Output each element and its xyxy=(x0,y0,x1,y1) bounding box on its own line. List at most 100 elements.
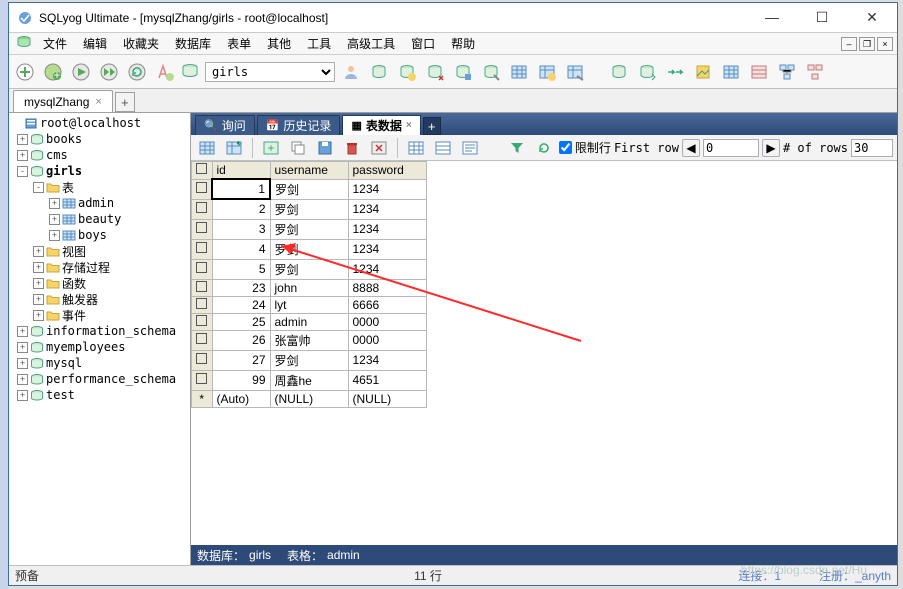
menu-advanced[interactable]: 高级工具 xyxy=(339,33,403,54)
cell-password[interactable]: (NULL) xyxy=(348,390,426,407)
delete-row-button[interactable] xyxy=(340,136,364,160)
save-row-button[interactable] xyxy=(313,136,337,160)
autocomplete-button[interactable] xyxy=(153,60,177,84)
column-header[interactable]: username xyxy=(270,162,348,180)
menu-favorites[interactable]: 收藏夹 xyxy=(115,33,167,54)
expand-icon[interactable]: + xyxy=(33,246,44,257)
tb-db1-button[interactable] xyxy=(367,60,391,84)
grid-view-button[interactable] xyxy=(195,136,219,160)
row-selector[interactable] xyxy=(192,239,213,259)
duplicate-row-button[interactable] xyxy=(286,136,310,160)
new-connection-button[interactable] xyxy=(13,60,37,84)
collapse-icon[interactable]: - xyxy=(33,182,44,193)
table-row[interactable]: 26张富帅0000 xyxy=(192,330,427,350)
row-selector[interactable] xyxy=(192,296,213,313)
cancel-changes-button[interactable] xyxy=(367,136,391,160)
tb-import-button[interactable] xyxy=(663,60,687,84)
table-row[interactable]: 27罗剑1234 xyxy=(192,350,427,370)
tab-history[interactable]: 📅历史记录 xyxy=(257,115,341,135)
tree-node[interactable]: -表 xyxy=(9,179,190,195)
cell-id[interactable]: 2 xyxy=(212,199,270,219)
cell-username[interactable]: admin xyxy=(270,313,348,330)
expand-icon[interactable]: + xyxy=(49,214,60,225)
cell-username[interactable]: (NULL) xyxy=(270,390,348,407)
cell-password[interactable]: 1234 xyxy=(348,199,426,219)
tb-db4-button[interactable] xyxy=(451,60,475,84)
row-selector[interactable] xyxy=(192,219,213,239)
row-selector[interactable] xyxy=(192,279,213,296)
table-row[interactable]: 5罗剑1234 xyxy=(192,259,427,279)
cell-password[interactable]: 8888 xyxy=(348,279,426,296)
expand-icon[interactable]: + xyxy=(33,294,44,305)
cell-password[interactable]: 1234 xyxy=(348,350,426,370)
tb-db2-button[interactable] xyxy=(395,60,419,84)
tb-query-builder-button[interactable] xyxy=(803,60,827,84)
refresh-grid-button[interactable] xyxy=(532,136,556,160)
close-tab-icon[interactable]: × xyxy=(406,120,412,131)
export-grid-button[interactable] xyxy=(222,136,246,160)
row-selector[interactable] xyxy=(192,370,213,390)
menu-file[interactable]: 文件 xyxy=(35,33,75,54)
mdi-restore-button[interactable]: ❐ xyxy=(859,37,875,51)
cell-id[interactable]: 27 xyxy=(212,350,270,370)
prev-page-button[interactable]: ◀ xyxy=(682,139,700,157)
cell-password[interactable]: 1234 xyxy=(348,179,426,199)
table-row[interactable]: 2罗剑1234 xyxy=(192,199,427,219)
tab-query[interactable]: 🔍询问 xyxy=(195,115,255,135)
table-row[interactable]: 99周鑫he4651 xyxy=(192,370,427,390)
row-selector[interactable] xyxy=(192,350,213,370)
mdi-minimize-button[interactable]: – xyxy=(841,37,857,51)
new-row[interactable]: *(Auto)(NULL)(NULL) xyxy=(192,390,427,407)
cell-id[interactable]: 24 xyxy=(212,296,270,313)
expand-icon[interactable]: + xyxy=(49,230,60,241)
tree-node[interactable]: +information_schema xyxy=(9,323,190,339)
cell-password[interactable]: 0000 xyxy=(348,330,426,350)
cell-id[interactable]: 5 xyxy=(212,259,270,279)
user-manager-button[interactable] xyxy=(339,60,363,84)
tb-grid2-button[interactable] xyxy=(747,60,771,84)
row-selector[interactable] xyxy=(192,259,213,279)
cell-username[interactable]: john xyxy=(270,279,348,296)
cell-password[interactable]: 1234 xyxy=(348,259,426,279)
table-row[interactable]: 3罗剑1234 xyxy=(192,219,427,239)
filter-button[interactable] xyxy=(505,136,529,160)
cell-username[interactable]: 罗剑 xyxy=(270,219,348,239)
mdi-close-button[interactable]: × xyxy=(877,37,893,51)
expand-icon[interactable]: + xyxy=(33,278,44,289)
menu-tools[interactable]: 工具 xyxy=(299,33,339,54)
select-all-header[interactable] xyxy=(192,162,213,180)
cell-username[interactable]: 罗剑 xyxy=(270,350,348,370)
limit-rows-checkbox[interactable] xyxy=(559,141,572,154)
cell-id[interactable]: 99 xyxy=(212,370,270,390)
tree-node[interactable]: root@localhost xyxy=(9,115,190,131)
num-rows-input[interactable] xyxy=(851,139,893,157)
collapse-icon[interactable]: - xyxy=(17,166,28,177)
tree-node[interactable]: +mysql xyxy=(9,355,190,371)
tb-export-button[interactable] xyxy=(691,60,715,84)
tree-node[interactable]: +boys xyxy=(9,227,190,243)
cell-password[interactable]: 4651 xyxy=(348,370,426,390)
row-selector[interactable] xyxy=(192,313,213,330)
tree-node[interactable]: +函数 xyxy=(9,275,190,291)
new-conn-icon[interactable] xyxy=(13,34,35,53)
tb-table1-button[interactable] xyxy=(507,60,531,84)
minimize-button[interactable]: — xyxy=(755,9,789,26)
first-row-input[interactable] xyxy=(703,139,759,157)
table-row[interactable]: 1罗剑1234 xyxy=(192,179,427,199)
tree-node[interactable]: +books xyxy=(9,131,190,147)
next-page-button[interactable]: ▶ xyxy=(762,139,780,157)
cell-password[interactable]: 6666 xyxy=(348,296,426,313)
cell-id[interactable]: 1 xyxy=(212,179,270,199)
tree-node[interactable]: +performance_schema xyxy=(9,371,190,387)
expand-icon[interactable]: + xyxy=(33,262,44,273)
add-connection-tab[interactable]: + xyxy=(115,92,135,112)
tree-node[interactable]: +事件 xyxy=(9,307,190,323)
cell-username[interactable]: 周鑫he xyxy=(270,370,348,390)
column-header[interactable]: password xyxy=(348,162,426,180)
cell-password[interactable]: 0000 xyxy=(348,313,426,330)
database-selector[interactable]: girls xyxy=(205,62,335,82)
tb-db3-button[interactable] xyxy=(423,60,447,84)
expand-icon[interactable]: + xyxy=(33,310,44,321)
expand-icon[interactable]: + xyxy=(17,390,28,401)
tb-sync2-button[interactable] xyxy=(635,60,659,84)
